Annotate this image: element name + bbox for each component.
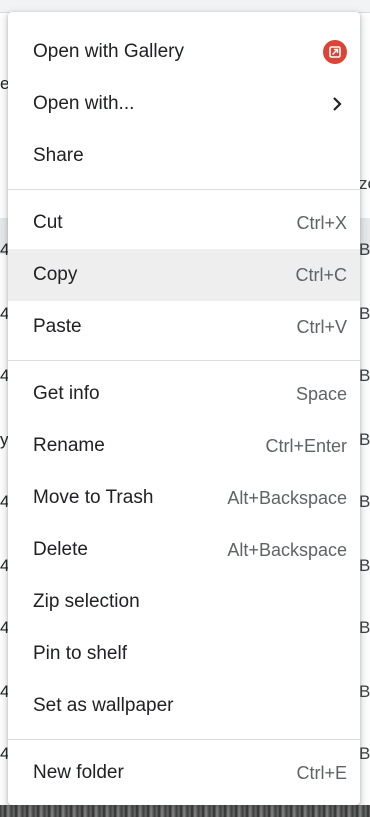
background-file-name: 4-: [0, 744, 8, 763]
menu-item-copy[interactable]: Copy Ctrl+C: [8, 249, 360, 301]
shortcut-hint: Alt+Backspace: [227, 539, 347, 560]
menu-item-open-with-gallery[interactable]: Open with Gallery: [8, 26, 360, 78]
background-file-size: B: [359, 682, 370, 701]
background-file-name: 4-: [0, 366, 8, 385]
menu-item-label: Zip selection: [33, 591, 140, 612]
background-file-size: B: [359, 240, 370, 259]
background-file-name: 4-: [0, 240, 8, 259]
background-file-name: 4-: [0, 682, 8, 701]
menu-item-label: Move to Trash: [33, 487, 154, 508]
menu-item-cut[interactable]: Cut Ctrl+X: [8, 197, 360, 249]
menu-separator: [8, 739, 360, 740]
menu-item-label: Open with Gallery: [33, 41, 185, 62]
background-file-name: y: [0, 430, 8, 449]
menu-item-label: Rename: [33, 435, 105, 456]
menu-item-pin-to-shelf[interactable]: Pin to shelf: [8, 628, 360, 680]
menu-item-zip-selection[interactable]: Zip selection: [8, 576, 360, 628]
background-file-size: B: [359, 304, 370, 323]
menu-item-label: Paste: [33, 316, 82, 337]
shortcut-hint: Ctrl+C: [295, 264, 347, 285]
background-file-name: 4-: [0, 304, 8, 323]
menu-item-share[interactable]: Share: [8, 130, 360, 182]
menu-item-new-folder[interactable]: New folder Ctrl+E: [8, 747, 360, 799]
shortcut-hint: Ctrl+V: [296, 316, 347, 337]
menu-item-label: Share: [33, 145, 84, 166]
background-file-size: B: [359, 744, 370, 763]
background-size-header: ze: [359, 174, 370, 193]
shortcut-hint: Ctrl+E: [296, 762, 347, 783]
background-file-size: B: [359, 430, 370, 449]
menu-item-label: Pin to shelf: [33, 643, 127, 664]
shortcut-hint: Ctrl+X: [296, 212, 347, 233]
context-menu: Open with Gallery Open with... Share Cut…: [8, 12, 360, 805]
background-file-name: 4-: [0, 556, 8, 575]
menu-item-label: New folder: [33, 762, 124, 783]
menu-item-label: Set as wallpaper: [33, 695, 174, 716]
shortcut-hint: Space: [295, 383, 347, 404]
background-file-name: 4-: [0, 618, 8, 637]
menu-item-label: Cut: [33, 212, 63, 233]
menu-item-delete[interactable]: Delete Alt+Backspace: [8, 524, 360, 576]
menu-item-set-as-wallpaper[interactable]: Set as wallpaper: [8, 680, 360, 732]
menu-item-open-with[interactable]: Open with...: [8, 78, 360, 130]
shortcut-hint: Ctrl+Enter: [265, 435, 347, 456]
menu-item-label: Get info: [33, 383, 100, 404]
background-file-size: B: [359, 492, 370, 511]
chevron-right-icon: [327, 94, 347, 114]
background-file-size: B: [359, 366, 370, 385]
menu-item-label: Copy: [33, 264, 78, 285]
menu-item-paste[interactable]: Paste Ctrl+V: [8, 301, 360, 353]
background-file-size: B: [359, 618, 370, 637]
background-file-name: e: [0, 74, 8, 93]
menu-item-label: Delete: [33, 539, 88, 560]
gallery-app-icon: [323, 40, 347, 64]
background-file-name: 4-: [0, 492, 8, 511]
menu-item-move-to-trash[interactable]: Move to Trash Alt+Backspace: [8, 472, 360, 524]
menu-item-label: Open with...: [33, 93, 135, 114]
background-image-thumbnail: [0, 805, 370, 817]
menu-separator: [8, 189, 360, 190]
shortcut-hint: Alt+Backspace: [227, 487, 347, 508]
menu-item-get-info[interactable]: Get info Space: [8, 368, 360, 420]
background-file-size: B: [359, 556, 370, 575]
menu-separator: [8, 360, 360, 361]
menu-item-rename[interactable]: Rename Ctrl+Enter: [8, 420, 360, 472]
